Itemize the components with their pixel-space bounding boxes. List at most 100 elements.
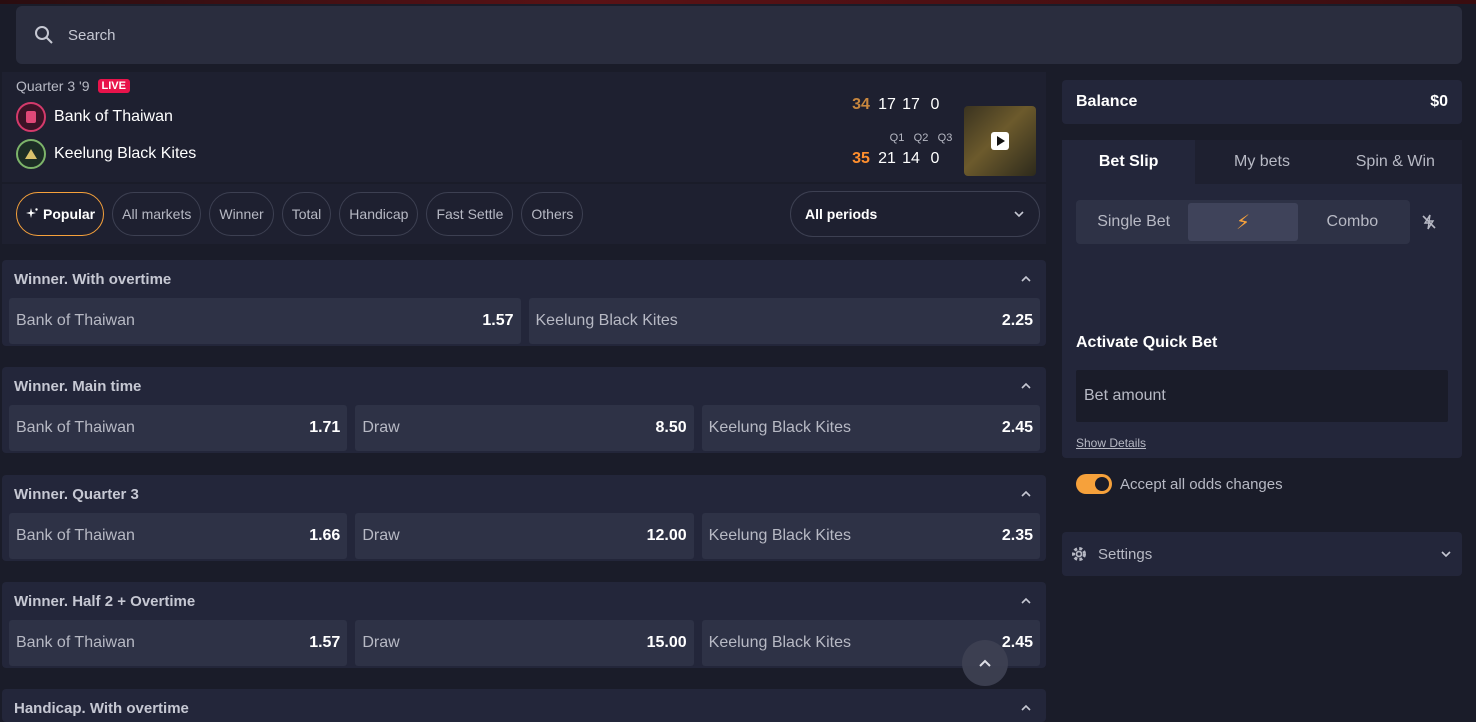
outcome-label: Draw xyxy=(362,419,400,436)
home-team: Bank of Thaiwan xyxy=(16,102,173,132)
market-header[interactable]: Winner. With overtime xyxy=(2,260,1046,298)
chevron-down-icon[interactable] xyxy=(1440,548,1452,560)
outcome-label: Bank of Thaiwan xyxy=(16,419,135,436)
chevron-up-icon[interactable] xyxy=(1020,380,1032,392)
betslip-column: Balance $0 Bet Slip My bets Spin & Win S… xyxy=(1062,80,1462,576)
search-placeholder[interactable]: Search xyxy=(68,27,116,44)
tab-spin-and-win[interactable]: Spin & Win xyxy=(1329,140,1462,184)
filter-chip-label: All markets xyxy=(122,206,192,222)
home-q1-score: 17 xyxy=(878,96,896,113)
away-q2-score: 14 xyxy=(902,150,920,167)
disable-quick-bet-icon[interactable] xyxy=(1410,213,1448,231)
tab-my-bets[interactable]: My bets xyxy=(1195,140,1328,184)
outcome-button[interactable]: Keelung Black Kites 2.35 xyxy=(701,513,1040,559)
market-winner-with-overtime: Winner. With overtime Bank of Thaiwan 1.5… xyxy=(2,260,1046,346)
live-stream-thumbnail[interactable] xyxy=(964,106,1036,176)
filter-chip-total[interactable]: Total xyxy=(281,192,332,236)
play-icon[interactable] xyxy=(991,132,1009,150)
outcome-row: Bank of Thaiwan 1.71 Draw 8.50 Keelung Bla… xyxy=(2,405,1046,451)
settings-panel[interactable]: Settings xyxy=(1062,532,1462,576)
outcome-label: Keelung Black Kites xyxy=(708,634,851,651)
scroll-to-top-button[interactable] xyxy=(962,640,1008,686)
market-header[interactable]: Winner. Main time xyxy=(2,367,1046,405)
market-header[interactable]: Handicap. With overtime xyxy=(2,689,1046,722)
outcome-button[interactable]: Keelung Black Kites 2.45 xyxy=(701,405,1040,451)
outcome-row: Bank of Thaiwan 1.57 Draw 15.00 Keelung Bl… xyxy=(2,620,1046,666)
away-q1-score: 21 xyxy=(878,150,896,167)
mode-single-bet[interactable]: Single Bet xyxy=(1079,203,1188,241)
quarter-labels: Q1 Q2 Q3 xyxy=(885,132,957,144)
balance-panel: Balance $0 xyxy=(1062,80,1462,124)
settings-header: Settings xyxy=(1070,545,1152,563)
filter-chip-popular[interactable]: Popular xyxy=(16,192,105,236)
outcome-button[interactable]: Bank of Thaiwan 1.71 xyxy=(9,405,348,451)
quarter-label: Q3 xyxy=(937,132,953,144)
away-total-score: 35 xyxy=(852,150,870,167)
market-title: Winner. Main time xyxy=(14,377,142,395)
market-header[interactable]: Winner. Quarter 3 xyxy=(2,475,1046,513)
mode-combo[interactable]: Combo xyxy=(1298,203,1407,241)
filter-chip-all-markets[interactable]: All markets xyxy=(112,192,202,236)
match-period: Quarter 3 '9 LIVE xyxy=(16,78,130,94)
outcome-button[interactable]: Bank of Thaiwan 1.57 xyxy=(9,298,521,344)
balance-value: $0 xyxy=(1430,93,1448,110)
outcome-odd: 1.71 xyxy=(309,419,341,436)
filter-chip-label: Fast Settle xyxy=(436,206,504,222)
accept-odds-toggle[interactable] xyxy=(1076,474,1112,494)
outcome-odd: 12.00 xyxy=(646,527,687,544)
search-icon xyxy=(35,26,53,44)
outcome-label: Keelung Black Kites xyxy=(535,312,678,329)
filter-chip-label: Total xyxy=(291,206,322,222)
bet-amount-input[interactable] xyxy=(1076,370,1448,422)
outcome-button[interactable]: Draw 12.00 xyxy=(355,513,694,559)
away-q3-score: 0 xyxy=(930,150,940,167)
outcome-label: Bank of Thaiwan xyxy=(16,634,135,651)
outcome-button[interactable]: Keelung Black Kites 2.25 xyxy=(528,298,1040,344)
betslip-tabs: Bet Slip My bets Spin & Win xyxy=(1062,140,1462,184)
filter-chip-label: Others xyxy=(531,206,574,222)
search-bar[interactable]: Search xyxy=(16,6,1462,64)
filter-chip-label: Handicap xyxy=(349,206,409,222)
chevron-up-icon[interactable] xyxy=(1020,702,1032,714)
outcome-odd: 2.45 xyxy=(1001,419,1033,436)
chevron-up-icon xyxy=(979,659,991,667)
accept-odds-row: Accept all odds changes xyxy=(1076,474,1283,494)
market-winner-quarter-3: Winner. Quarter 3 Bank of Thaiwan 1.66 Dr… xyxy=(2,475,1046,561)
outcome-odd: 1.66 xyxy=(309,527,341,544)
outcome-button[interactable]: Bank of Thaiwan 1.66 xyxy=(9,513,348,559)
home-q2-score: 17 xyxy=(902,96,920,113)
outcome-button[interactable]: Draw 8.50 xyxy=(355,405,694,451)
home-score-line: 34 17 17 0 xyxy=(847,96,957,114)
filter-chip-winner[interactable]: Winner xyxy=(209,192,274,236)
away-score-line: 35 21 14 0 xyxy=(847,150,957,168)
period-select[interactable]: All periods xyxy=(790,191,1040,237)
chevron-up-icon[interactable] xyxy=(1020,273,1032,285)
mode-quick-bet-lightning-icon[interactable]: ⚡ xyxy=(1188,203,1298,241)
away-team: Keelung Black Kites xyxy=(16,139,196,169)
home-team-logo-icon xyxy=(16,102,46,132)
outcome-button[interactable]: Draw 15.00 xyxy=(355,620,694,666)
accept-odds-label: Accept all odds changes xyxy=(1120,475,1283,493)
home-team-name: Bank of Thaiwan xyxy=(54,108,173,125)
outcome-label: Keelung Black Kites xyxy=(708,527,851,544)
bet-mode-switch: Single Bet ⚡ Combo xyxy=(1076,200,1410,244)
scoreboard: 34 17 17 0 Q1 Q2 Q3 35 21 14 0 xyxy=(847,96,957,167)
outcome-button[interactable]: Bank of Thaiwan 1.57 xyxy=(9,620,348,666)
chevron-up-icon[interactable] xyxy=(1020,595,1032,607)
chevron-up-icon[interactable] xyxy=(1020,488,1032,500)
market-winner-main-time: Winner. Main time Bank of Thaiwan 1.71 Dr… xyxy=(2,367,1046,453)
market-title: Winner. Half 2 + Overtime xyxy=(14,592,196,610)
live-badge: LIVE xyxy=(97,79,130,93)
market-header[interactable]: Winner. Half 2 + Overtime xyxy=(2,582,1046,620)
outcome-odd: 15.00 xyxy=(646,634,687,651)
filter-chip-handicap[interactable]: Handicap xyxy=(339,192,419,236)
bet-mode-row: Single Bet ⚡ Combo xyxy=(1076,198,1448,246)
outcome-row: Bank of Thaiwan 1.57 Keelung Black Kites 2… xyxy=(2,298,1046,344)
away-team-name: Keelung Black Kites xyxy=(54,145,197,162)
tab-bet-slip[interactable]: Bet Slip xyxy=(1062,140,1196,184)
away-team-logo-icon xyxy=(16,139,46,169)
show-details-link[interactable]: Show Details xyxy=(1076,436,1146,450)
filter-chip-fast-settle[interactable]: Fast Settle xyxy=(426,192,514,236)
outcome-label: Draw xyxy=(362,634,400,651)
filter-chip-others[interactable]: Others xyxy=(521,192,584,236)
